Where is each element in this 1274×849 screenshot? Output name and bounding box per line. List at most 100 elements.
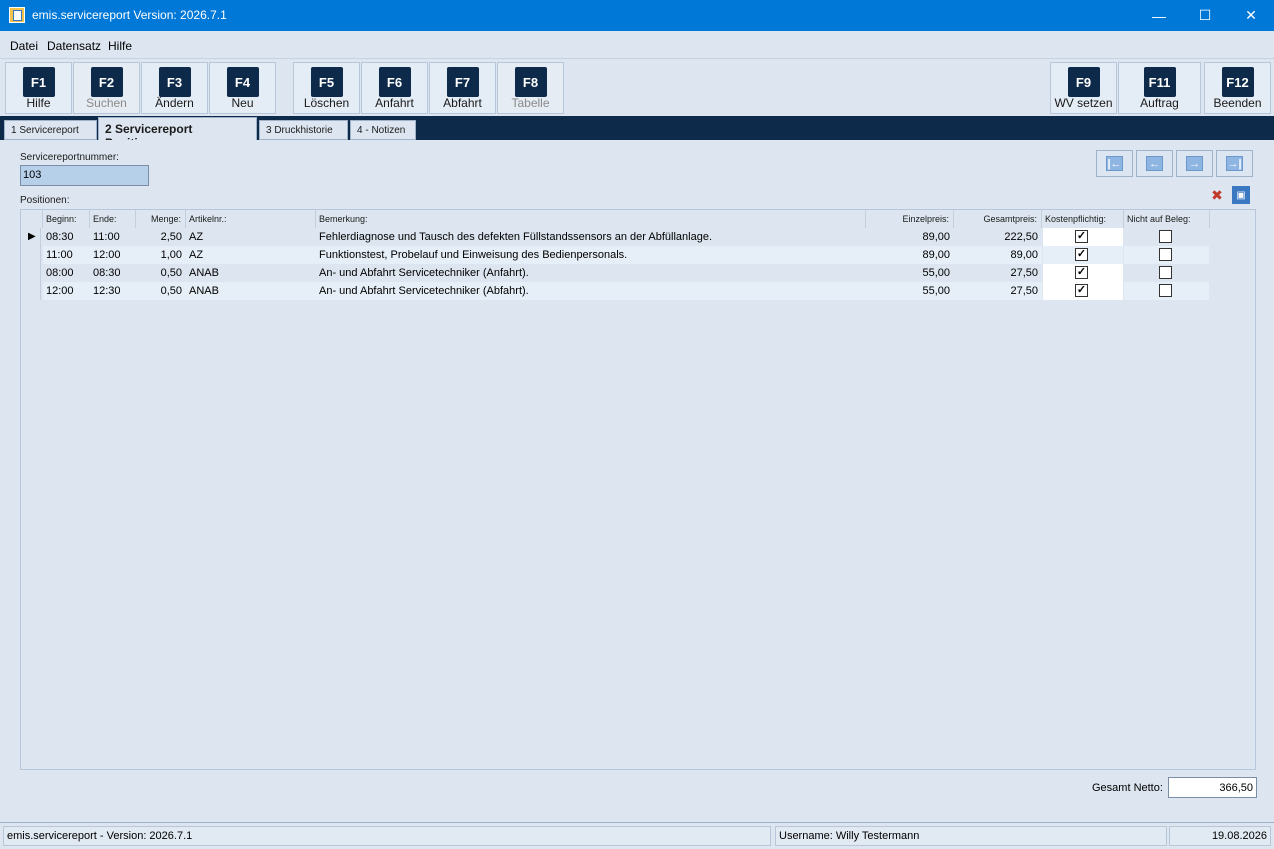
status-username: Username: Willy Testermann [775,826,1167,846]
row-indicator [21,282,41,300]
f8-table-button[interactable]: F8 Tabelle [497,62,564,114]
first-record-icon: |← [1106,156,1123,171]
table-row[interactable]: 12:00 12:30 0,50 ANAB An- und Abfahrt Se… [21,282,1209,300]
current-row-arrow-icon: ▶ [28,231,36,242]
positions-grid[interactable]: Beginn: Ende: Menge: Artikelnr.: Bemerku… [20,209,1256,770]
f12-exit-button[interactable]: F12 Beenden [1204,62,1271,114]
cell-einzelpreis[interactable]: 89,00 [866,228,954,246]
cell-artikelnr[interactable]: AZ [186,246,316,264]
tab-servicereport-positionen[interactable]: 2 Servicereport Positionen [98,117,257,150]
f6-arrival-button[interactable]: F6 Anfahrt [361,62,428,114]
f9-wv-button[interactable]: F9 WV setzen [1050,62,1117,114]
minimize-button[interactable]: — [1136,0,1182,31]
cell-einzelpreis[interactable]: 55,00 [866,264,954,282]
cell-gesamtpreis[interactable]: 89,00 [954,246,1042,264]
f3-edit-button[interactable]: F3 Ändern [141,62,208,114]
row-indicator [21,264,41,282]
first-record-button[interactable]: |← [1096,150,1133,177]
cell-bemerkung[interactable]: An- und Abfahrt Servicetechniker (Abfahr… [316,282,866,300]
cell-beginn[interactable]: 12:00 [43,282,90,300]
f11-order-button[interactable]: F11 Auftrag [1118,62,1201,114]
positionen-label: Positionen: [20,195,70,206]
previous-record-button[interactable]: ← [1136,150,1173,177]
column-header[interactable]: Artikelnr.: [186,210,316,228]
cell-gesamtpreis[interactable]: 27,50 [954,264,1042,282]
current-row-indicator: ▶ [21,228,41,246]
menu-bar: Datei Datensatz Hilfe [0,31,1274,58]
next-record-button[interactable]: → [1176,150,1213,177]
status-app-version: emis.servicereport - Version: 2026.7.1 [3,826,771,846]
save-icon[interactable]: ▣ [1232,186,1250,204]
kostenpflichtig-checkbox[interactable]: ✓ [1075,266,1088,279]
next-record-icon: → [1186,156,1203,171]
nicht-auf-beleg-checkbox[interactable] [1159,248,1172,261]
cell-ende[interactable]: 08:30 [90,264,136,282]
kostenpflichtig-checkbox[interactable]: ✓ [1075,248,1088,261]
menu-hilfe[interactable]: Hilfe [108,39,132,53]
nicht-auf-beleg-checkbox[interactable] [1159,266,1172,279]
nicht-auf-beleg-checkbox[interactable] [1159,284,1172,297]
cell-menge[interactable]: 0,50 [136,264,186,282]
cell-einzelpreis[interactable]: 89,00 [866,246,954,264]
main-panel: Servicereportnummer: 103 Positionen: |← … [0,140,1274,822]
column-header[interactable]: Beginn: [43,210,90,228]
cell-beginn[interactable]: 08:00 [43,264,90,282]
grid-header-indicator [21,210,43,228]
kostenpflichtig-checkbox[interactable]: ✓ [1075,284,1088,297]
column-header[interactable]: Nicht auf Beleg: [1124,210,1210,228]
column-header[interactable]: Gesamtpreis: [954,210,1042,228]
tab-druckhistorie[interactable]: 3 Druckhistorie [259,120,348,140]
f2-search-button[interactable]: F2 Suchen [73,62,140,114]
menu-datei[interactable]: Datei [10,39,38,53]
maximize-button[interactable]: ☐ [1182,0,1228,31]
column-header[interactable]: Einzelpreis: [866,210,954,228]
f4-new-button[interactable]: F4 Neu [209,62,276,114]
last-record-button[interactable]: →| [1216,150,1253,177]
column-header[interactable]: Bemerkung: [316,210,866,228]
cell-bemerkung[interactable]: Funktionstest, Probelauf und Einweisung … [316,246,866,264]
app-icon [9,7,25,23]
cell-bemerkung[interactable]: An- und Abfahrt Servicetechniker (Anfahr… [316,264,866,282]
cell-gesamtpreis[interactable]: 27,50 [954,282,1042,300]
discard-changes-icon[interactable]: ✖ [1208,186,1226,204]
cell-beginn[interactable]: 11:00 [43,246,90,264]
cell-ende[interactable]: 12:00 [90,246,136,264]
cell-ende[interactable]: 11:00 [90,228,136,246]
kostenpflichtig-checkbox[interactable]: ✓ [1075,230,1088,243]
previous-record-icon: ← [1146,156,1163,171]
cell-artikelnr[interactable]: AZ [186,228,316,246]
tab-notizen[interactable]: 4 - Notizen [350,120,416,140]
tab-servicereport[interactable]: 1 Servicereport [4,120,97,140]
gesamt-netto-label: Gesamt Netto: [1092,782,1163,794]
servicereportnummer-input[interactable]: 103 [20,165,149,186]
f7-departure-button[interactable]: F7 Abfahrt [429,62,496,114]
column-header[interactable]: Menge: [136,210,186,228]
table-row[interactable]: 11:00 12:00 1,00 AZ Funktionstest, Probe… [21,246,1209,264]
table-row[interactable]: 08:00 08:30 0,50 ANAB An- und Abfahrt Se… [21,264,1209,282]
f1-help-button[interactable]: F1 Hilfe [5,62,72,114]
cell-menge[interactable]: 2,50 [136,228,186,246]
cell-artikelnr[interactable]: ANAB [186,282,316,300]
last-record-icon: →| [1226,156,1243,171]
menu-datensatz[interactable]: Datensatz [47,39,101,53]
column-header[interactable]: Ende: [90,210,136,228]
f5-delete-button[interactable]: F5 Löschen [293,62,360,114]
cell-menge[interactable]: 1,00 [136,246,186,264]
cell-beginn[interactable]: 08:30 [43,228,90,246]
cell-artikelnr[interactable]: ANAB [186,264,316,282]
servicereportnummer-label: Servicereportnummer: [20,152,119,163]
close-button[interactable]: ✕ [1228,0,1274,31]
row-indicator [21,246,41,264]
cell-gesamtpreis[interactable]: 222,50 [954,228,1042,246]
cell-einzelpreis[interactable]: 55,00 [866,282,954,300]
cell-bemerkung[interactable]: Fehlerdiagnose und Tausch des defekten F… [316,228,866,246]
title-bar: emis.servicereport Version: 2026.7.1 — ☐… [0,0,1274,31]
nicht-auf-beleg-checkbox[interactable] [1159,230,1172,243]
table-row[interactable]: ▶ 08:30 11:00 2,50 AZ Fehlerdiagnose und… [21,228,1209,246]
function-key-toolbar: F1 Hilfe F2 Suchen F3 Ändern F4 Neu F5 Lösche… [0,58,1274,116]
cell-ende[interactable]: 12:30 [90,282,136,300]
window-title: emis.servicereport Version: 2026.7.1 [32,8,227,22]
status-date: 19.08.2026 [1169,826,1271,846]
column-header[interactable]: Kostenpflichtig: [1042,210,1124,228]
cell-menge[interactable]: 0,50 [136,282,186,300]
